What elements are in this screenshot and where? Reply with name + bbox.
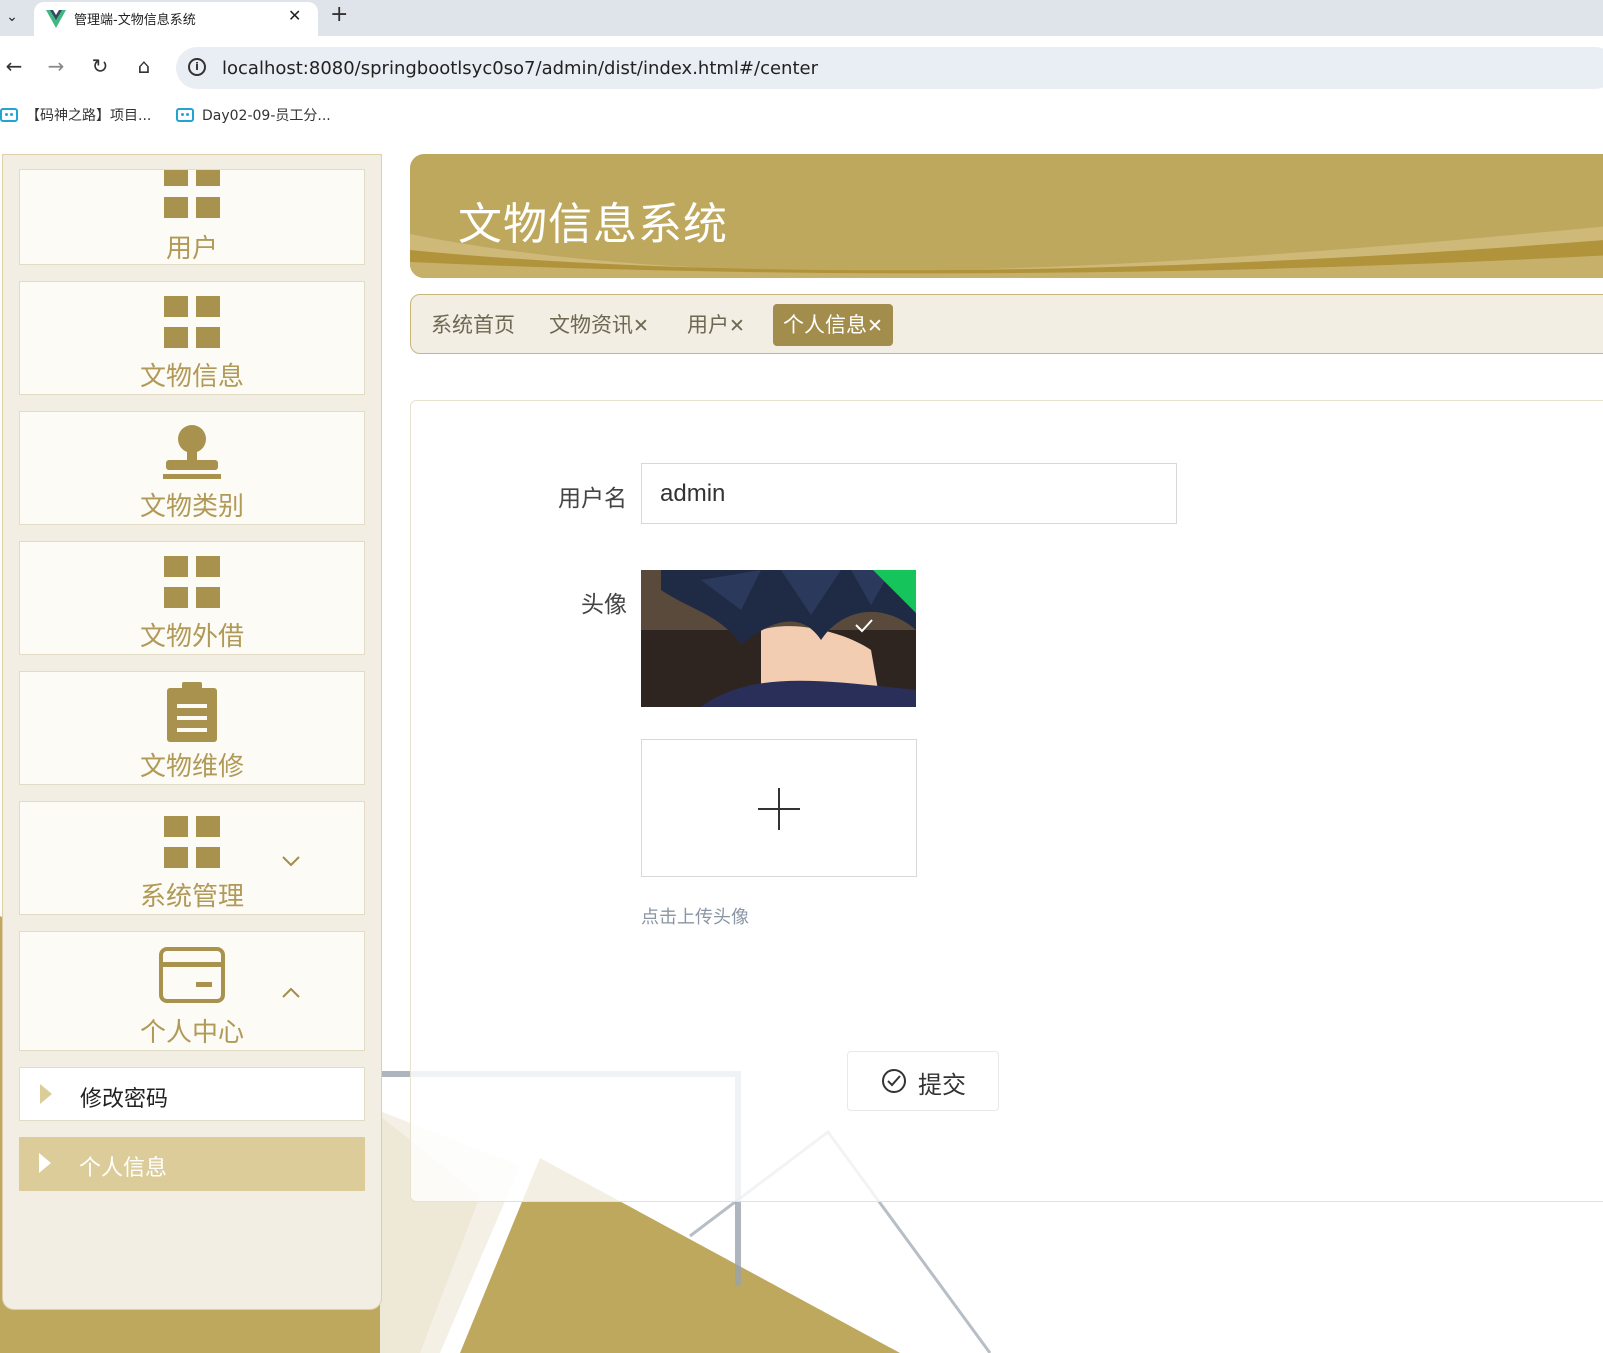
sidebar-item-relic-info[interactable]: 文物信息 — [19, 281, 365, 395]
submenu-item-label: 个人信息 — [79, 1156, 168, 1181]
sidebar-item-users[interactable]: 用户 — [19, 169, 365, 265]
close-icon[interactable]: ✕ — [867, 315, 883, 337]
submenu-item-change-password[interactable]: 修改密码 — [19, 1067, 365, 1121]
sidebar-item-personal-center[interactable]: 个人中心 — [19, 931, 365, 1051]
tab-label: 文物资讯 — [549, 313, 633, 337]
grid-icon — [164, 556, 220, 608]
user-icon — [163, 425, 221, 479]
home-icon[interactable]: ⌂ — [130, 52, 158, 80]
grid-icon — [164, 816, 220, 868]
tab-search-chevron-icon[interactable]: ⌄ — [0, 4, 24, 30]
submenu-item-personal-info[interactable]: 个人信息 — [19, 1137, 365, 1191]
close-icon[interactable]: ✕ — [729, 315, 745, 337]
submit-button[interactable]: 提交 — [847, 1051, 999, 1111]
plus-icon — [758, 788, 800, 830]
sidebar-item-relic-repair[interactable]: 文物维修 — [19, 671, 365, 785]
upload-hint: 点击上传头像 — [641, 907, 749, 928]
grid-icon — [164, 296, 220, 348]
site-info-icon[interactable]: i — [188, 58, 206, 76]
avatar-illustration — [641, 570, 916, 707]
sidebar-item-system-management[interactable]: 系统管理 — [19, 801, 365, 915]
clipboard-icon — [167, 682, 217, 742]
forward-arrow-icon[interactable]: → — [42, 52, 70, 80]
submit-label: 提交 — [918, 1071, 966, 1099]
submenu-item-label: 修改密码 — [80, 1087, 169, 1112]
sidebar: 用户 文物信息 文物类别 文物外借 文物维修 系统管理 个人中心 修改密码 个人… — [2, 154, 382, 1310]
wallet-icon — [159, 947, 225, 1003]
sidebar-item-label: 文物维修 — [139, 752, 244, 782]
back-arrow-icon[interactable]: ← — [0, 52, 28, 80]
grid-icon — [164, 170, 220, 218]
tab-home[interactable]: 系统首页 — [421, 304, 525, 346]
tab-personal-info[interactable]: 个人信息✕ — [773, 304, 893, 346]
address-bar-row: ← → ↻ ⌂ i localhost:8080/springbootlsyc0… — [0, 38, 1603, 96]
sidebar-item-label: 个人中心 — [139, 1018, 244, 1048]
chevron-up-icon — [282, 987, 300, 998]
tab-label: 个人信息 — [783, 313, 867, 337]
sidebar-item-label: 文物类别 — [139, 492, 244, 522]
bookmark-label: Day02-09-员工分... — [202, 108, 331, 124]
tags-view-bar: 系统首页 文物资讯✕ 用户✕ 个人信息✕ — [410, 294, 1603, 354]
username-label: 用户名 — [558, 486, 627, 512]
header-banner: 文物信息系统 — [410, 154, 1603, 278]
sidebar-item-label: 文物外借 — [139, 622, 244, 652]
bilibili-icon — [0, 108, 18, 122]
sidebar-item-relic-loan[interactable]: 文物外借 — [19, 541, 365, 655]
bilibili-icon — [176, 108, 194, 122]
vue-logo-icon — [46, 10, 66, 28]
caret-right-icon — [40, 1084, 52, 1104]
tab-users[interactable]: 用户✕ — [677, 304, 755, 346]
url-field[interactable]: i localhost:8080/springbootlsyc0so7/admi… — [176, 47, 1603, 89]
chevron-down-icon — [282, 856, 300, 867]
username-input[interactable]: admin — [641, 463, 1177, 524]
profile-form-card: 用户名 admin 头像 点击上传头像 提交 — [410, 400, 1603, 1202]
app-page: 用户 文物信息 文物类别 文物外借 文物维修 系统管理 个人中心 修改密码 个人… — [0, 136, 1603, 1353]
new-tab-icon[interactable]: + — [330, 2, 348, 27]
avatar-label: 头像 — [581, 592, 627, 618]
bookmark-item[interactable]: Day02-09-员工分... — [176, 105, 331, 125]
sidebar-item-label: 文物信息 — [139, 362, 244, 392]
avatar-image[interactable] — [641, 570, 916, 707]
check-circle-icon — [882, 1069, 906, 1093]
tab-title: 管理端-文物信息系统 — [74, 13, 196, 28]
bookmark-label: 【码神之路】项目... — [26, 108, 152, 124]
browser-tabstrip: ⌄ 管理端-文物信息系统 ✕ + — [0, 0, 1603, 38]
bookmarks-bar: 【码神之路】项目... Day02-09-员工分... — [0, 96, 1603, 136]
sidebar-item-label: 系统管理 — [139, 882, 244, 912]
page-title: 文物信息系统 — [458, 199, 728, 250]
avatar-upload-button[interactable] — [641, 739, 917, 877]
tab-relic-news[interactable]: 文物资讯✕ — [539, 304, 659, 346]
url-text: localhost:8080/springbootlsyc0so7/admin/… — [222, 58, 818, 79]
tab-label: 系统首页 — [431, 313, 515, 337]
bookmark-item[interactable]: 【码神之路】项目... — [0, 105, 151, 125]
sidebar-item-relic-category[interactable]: 文物类别 — [19, 411, 365, 525]
close-icon[interactable]: ✕ — [633, 315, 649, 337]
caret-right-icon — [39, 1153, 51, 1173]
tab-close-icon[interactable]: ✕ — [288, 6, 301, 25]
tab-label: 用户 — [687, 313, 729, 337]
browser-tab[interactable]: 管理端-文物信息系统 ✕ — [34, 2, 318, 38]
sidebar-item-label: 用户 — [165, 234, 218, 264]
reload-icon[interactable]: ↻ — [86, 52, 114, 80]
